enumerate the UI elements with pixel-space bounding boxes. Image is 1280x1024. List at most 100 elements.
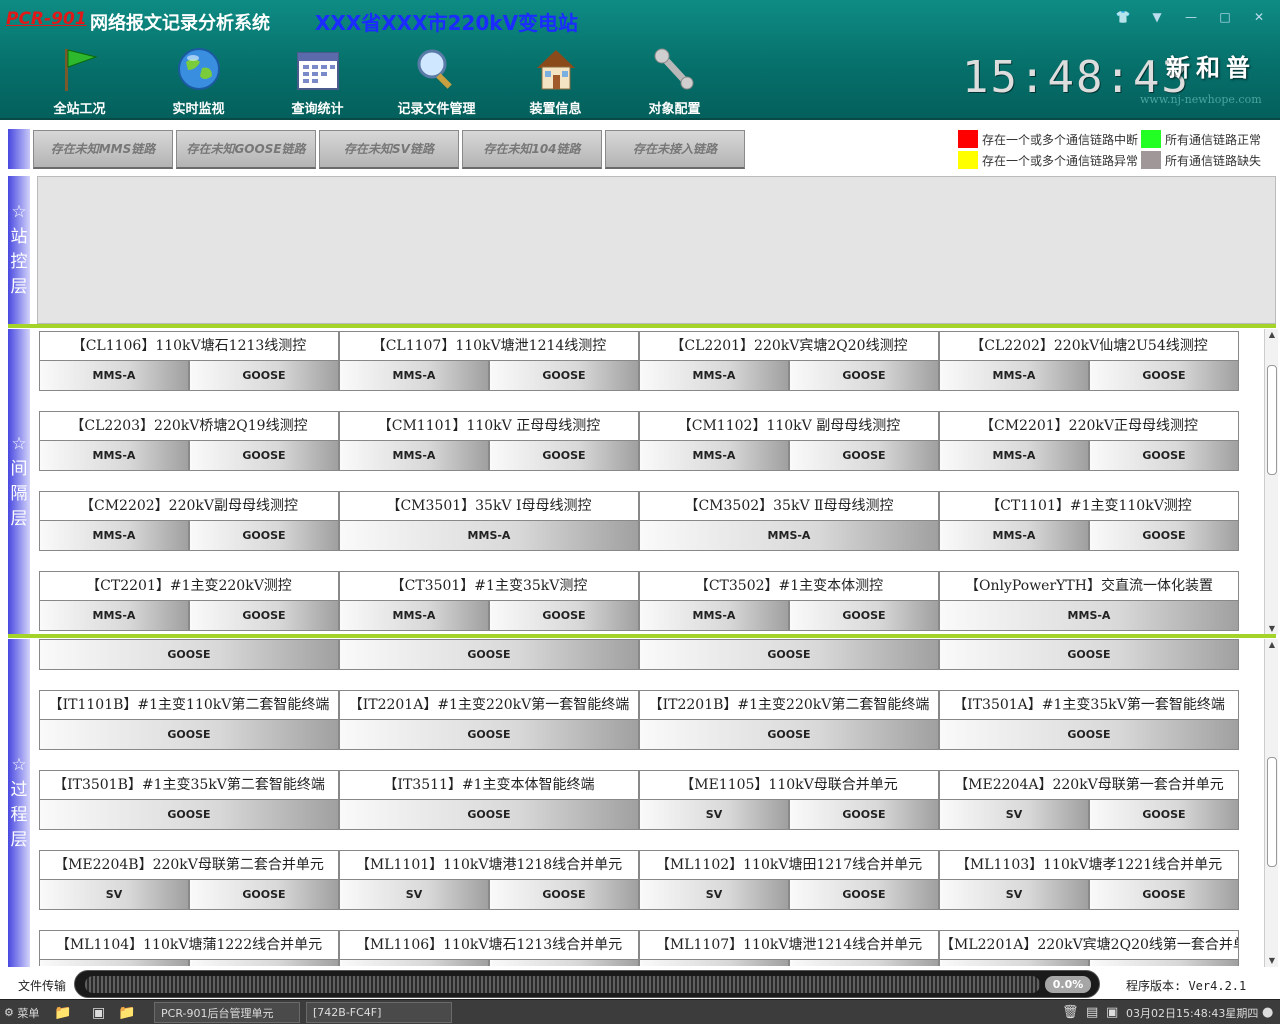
device-name[interactable]: 【CM3501】35kV Ⅰ母母线测控	[339, 491, 639, 521]
channel-status-goose[interactable]: GOOSE	[939, 640, 1239, 670]
clipboard-icon[interactable]: ▣	[1106, 1002, 1118, 1023]
scroll-down-icon[interactable]: ▼	[1265, 955, 1279, 967]
channel-status-mms-a[interactable]: MMS-A	[339, 441, 489, 471]
channel-status-mms-a[interactable]: MMS-A	[939, 521, 1089, 551]
channel-status-goose[interactable]: GOOSE	[789, 441, 939, 471]
nav-house[interactable]: 装置信息	[496, 42, 615, 118]
channel-status-goose[interactable]: GOOSE	[339, 720, 639, 750]
channel-status-sv[interactable]: SV	[639, 880, 789, 910]
unknown-link-button[interactable]: 存在未知104链路	[462, 130, 602, 169]
channel-status-goose[interactable]: GOOSE	[489, 361, 639, 391]
device-name[interactable]: 【ML1106】110kV塘石1213线合并单元	[339, 930, 639, 960]
nav-wrench[interactable]: 对象配置	[615, 42, 734, 118]
channel-status-mms-a[interactable]: MMS-A	[639, 441, 789, 471]
device-name[interactable]: 【CL2203】220kV桥塘2Q19线测控	[39, 411, 339, 441]
device-name[interactable]: 【CM1101】110kV 正母母线测控	[339, 411, 639, 441]
channel-status-goose[interactable]: GOOSE	[39, 800, 339, 830]
channel-status-goose[interactable]: GOOSE	[1089, 361, 1239, 391]
scroll-up-icon[interactable]: ▲	[1265, 329, 1279, 341]
channel-status-goose[interactable]: GOOSE	[39, 640, 339, 670]
device-name[interactable]: 【ML1104】110kV塘蒲1222线合并单元	[39, 930, 339, 960]
channel-status-goose[interactable]: GOOSE	[789, 960, 939, 966]
device-name[interactable]: 【ML1103】110kV塘孝1221线合并单元	[939, 850, 1239, 880]
channel-status-sv[interactable]: SV	[939, 960, 1089, 966]
channel-status-goose[interactable]: GOOSE	[189, 361, 339, 391]
device-name[interactable]: 【IT2201A】#1主变220kV第一套智能终端	[339, 690, 639, 720]
scroll-thumb[interactable]	[1267, 365, 1277, 475]
channel-status-mms-a[interactable]: MMS-A	[339, 521, 639, 551]
channel-status-goose[interactable]: GOOSE	[189, 601, 339, 631]
channel-status-goose[interactable]: GOOSE	[189, 521, 339, 551]
channel-status-sv[interactable]: SV	[639, 960, 789, 966]
skin-icon[interactable]: 👕	[1112, 8, 1134, 26]
nav-magnifier[interactable]: 记录文件管理	[377, 42, 496, 118]
close-icon[interactable]: ✕	[1248, 8, 1270, 26]
channel-status-mms-a[interactable]: MMS-A	[639, 601, 789, 631]
channel-status-mms-a[interactable]: MMS-A	[639, 521, 939, 551]
channel-status-goose[interactable]: GOOSE	[189, 441, 339, 471]
device-name[interactable]: 【CL1106】110kV塘石1213线测控	[39, 331, 339, 361]
device-name[interactable]: 【CM3502】35kV Ⅱ母母线测控	[639, 491, 939, 521]
channel-status-mms-a[interactable]: MMS-A	[939, 441, 1089, 471]
channel-status-sv[interactable]: SV	[39, 960, 189, 966]
start-menu-button[interactable]: ⚙ 菜单	[4, 1002, 39, 1023]
channel-status-goose[interactable]: GOOSE	[789, 880, 939, 910]
device-name[interactable]: 【CT3502】#1主变本体测控	[639, 571, 939, 601]
unknown-link-button[interactable]: 存在未知MMS链路	[33, 130, 173, 169]
minimize-icon[interactable]: —	[1180, 8, 1202, 26]
channel-status-sv[interactable]: SV	[939, 880, 1089, 910]
channel-status-goose[interactable]: GOOSE	[789, 361, 939, 391]
channel-status-goose[interactable]: GOOSE	[489, 880, 639, 910]
channel-status-goose[interactable]: GOOSE	[1089, 441, 1239, 471]
channel-status-mms-a[interactable]: MMS-A	[39, 521, 189, 551]
scroll-thumb[interactable]	[1267, 757, 1277, 867]
nav-calendar[interactable]: 查询统计	[258, 42, 377, 118]
device-name[interactable]: 【CL2202】220kV仙塘2U54线测控	[939, 331, 1239, 361]
channel-status-goose[interactable]: GOOSE	[639, 640, 939, 670]
channel-status-goose[interactable]: GOOSE	[1089, 960, 1239, 966]
unknown-link-button[interactable]: 存在未知SV链路	[319, 130, 459, 169]
channel-status-mms-a[interactable]: MMS-A	[39, 361, 189, 391]
channel-status-goose[interactable]: GOOSE	[1089, 880, 1239, 910]
device-name[interactable]: 【ME1105】110kV母联合并单元	[639, 770, 939, 800]
task-pcr901[interactable]: PCR-901后台管理单元	[154, 1002, 300, 1023]
device-name[interactable]: 【ML1101】110kV塘港1218线合并单元	[339, 850, 639, 880]
terminal-icon[interactable]: ▣	[92, 1002, 105, 1023]
channel-status-goose[interactable]: GOOSE	[189, 880, 339, 910]
channel-status-goose[interactable]: GOOSE	[639, 720, 939, 750]
channel-status-mms-a[interactable]: MMS-A	[39, 601, 189, 631]
channel-status-goose[interactable]: GOOSE	[789, 601, 939, 631]
maximize-icon[interactable]: □	[1214, 8, 1236, 26]
device-name[interactable]: 【CT2201】#1主变220kV测控	[39, 571, 339, 601]
device-name[interactable]: 【ML1102】110kV塘田1217线合并单元	[639, 850, 939, 880]
file-manager-icon[interactable]: 📁	[54, 1002, 71, 1023]
task-terminal[interactable]: [742B-FC4F]	[306, 1002, 452, 1023]
device-name[interactable]: 【CT3501】#1主变35kV测控	[339, 571, 639, 601]
device-name[interactable]: 【IT3501A】#1主变35kV第一套智能终端	[939, 690, 1239, 720]
folder-icon[interactable]: 📁	[118, 1002, 135, 1023]
channel-status-sv[interactable]: SV	[339, 880, 489, 910]
nav-globe[interactable]: 实时监视	[139, 42, 258, 118]
user-icon[interactable]: ●	[1262, 1002, 1273, 1023]
channel-status-mms-a[interactable]: MMS-A	[339, 361, 489, 391]
device-name[interactable]: 【ME2204A】220kV母联第一套合并单元	[939, 770, 1239, 800]
channel-status-mms-a[interactable]: MMS-A	[639, 361, 789, 391]
channel-status-goose[interactable]: GOOSE	[489, 441, 639, 471]
process-scrollbar[interactable]: ▲ ▼	[1264, 639, 1278, 967]
device-name[interactable]: 【CT1101】#1主变110kV测控	[939, 491, 1239, 521]
device-name[interactable]: 【IT3501B】#1主变35kV第二套智能终端	[39, 770, 339, 800]
dropdown-icon[interactable]: ▼	[1146, 8, 1168, 26]
channel-status-sv[interactable]: SV	[639, 800, 789, 830]
device-name[interactable]: 【ML1107】110kV塘泄1214线合并单元	[639, 930, 939, 960]
network-icon[interactable]: ▤	[1086, 1002, 1098, 1023]
channel-status-goose[interactable]: GOOSE	[489, 601, 639, 631]
device-name[interactable]: 【IT1101B】#1主变110kV第二套智能终端	[39, 690, 339, 720]
unknown-link-button[interactable]: 存在未知GOOSE链路	[176, 130, 316, 169]
device-name[interactable]: 【ML2201A】220kV宾塘2Q20线第一套合并单元	[939, 930, 1239, 960]
channel-status-sv[interactable]: SV	[39, 880, 189, 910]
channel-status-goose[interactable]: GOOSE	[1089, 521, 1239, 551]
bay-scrollbar[interactable]: ▲ ▼	[1264, 329, 1278, 635]
channel-status-goose[interactable]: GOOSE	[189, 960, 339, 966]
channel-status-mms-a[interactable]: MMS-A	[939, 601, 1239, 631]
channel-status-mms-a[interactable]: MMS-A	[939, 361, 1089, 391]
